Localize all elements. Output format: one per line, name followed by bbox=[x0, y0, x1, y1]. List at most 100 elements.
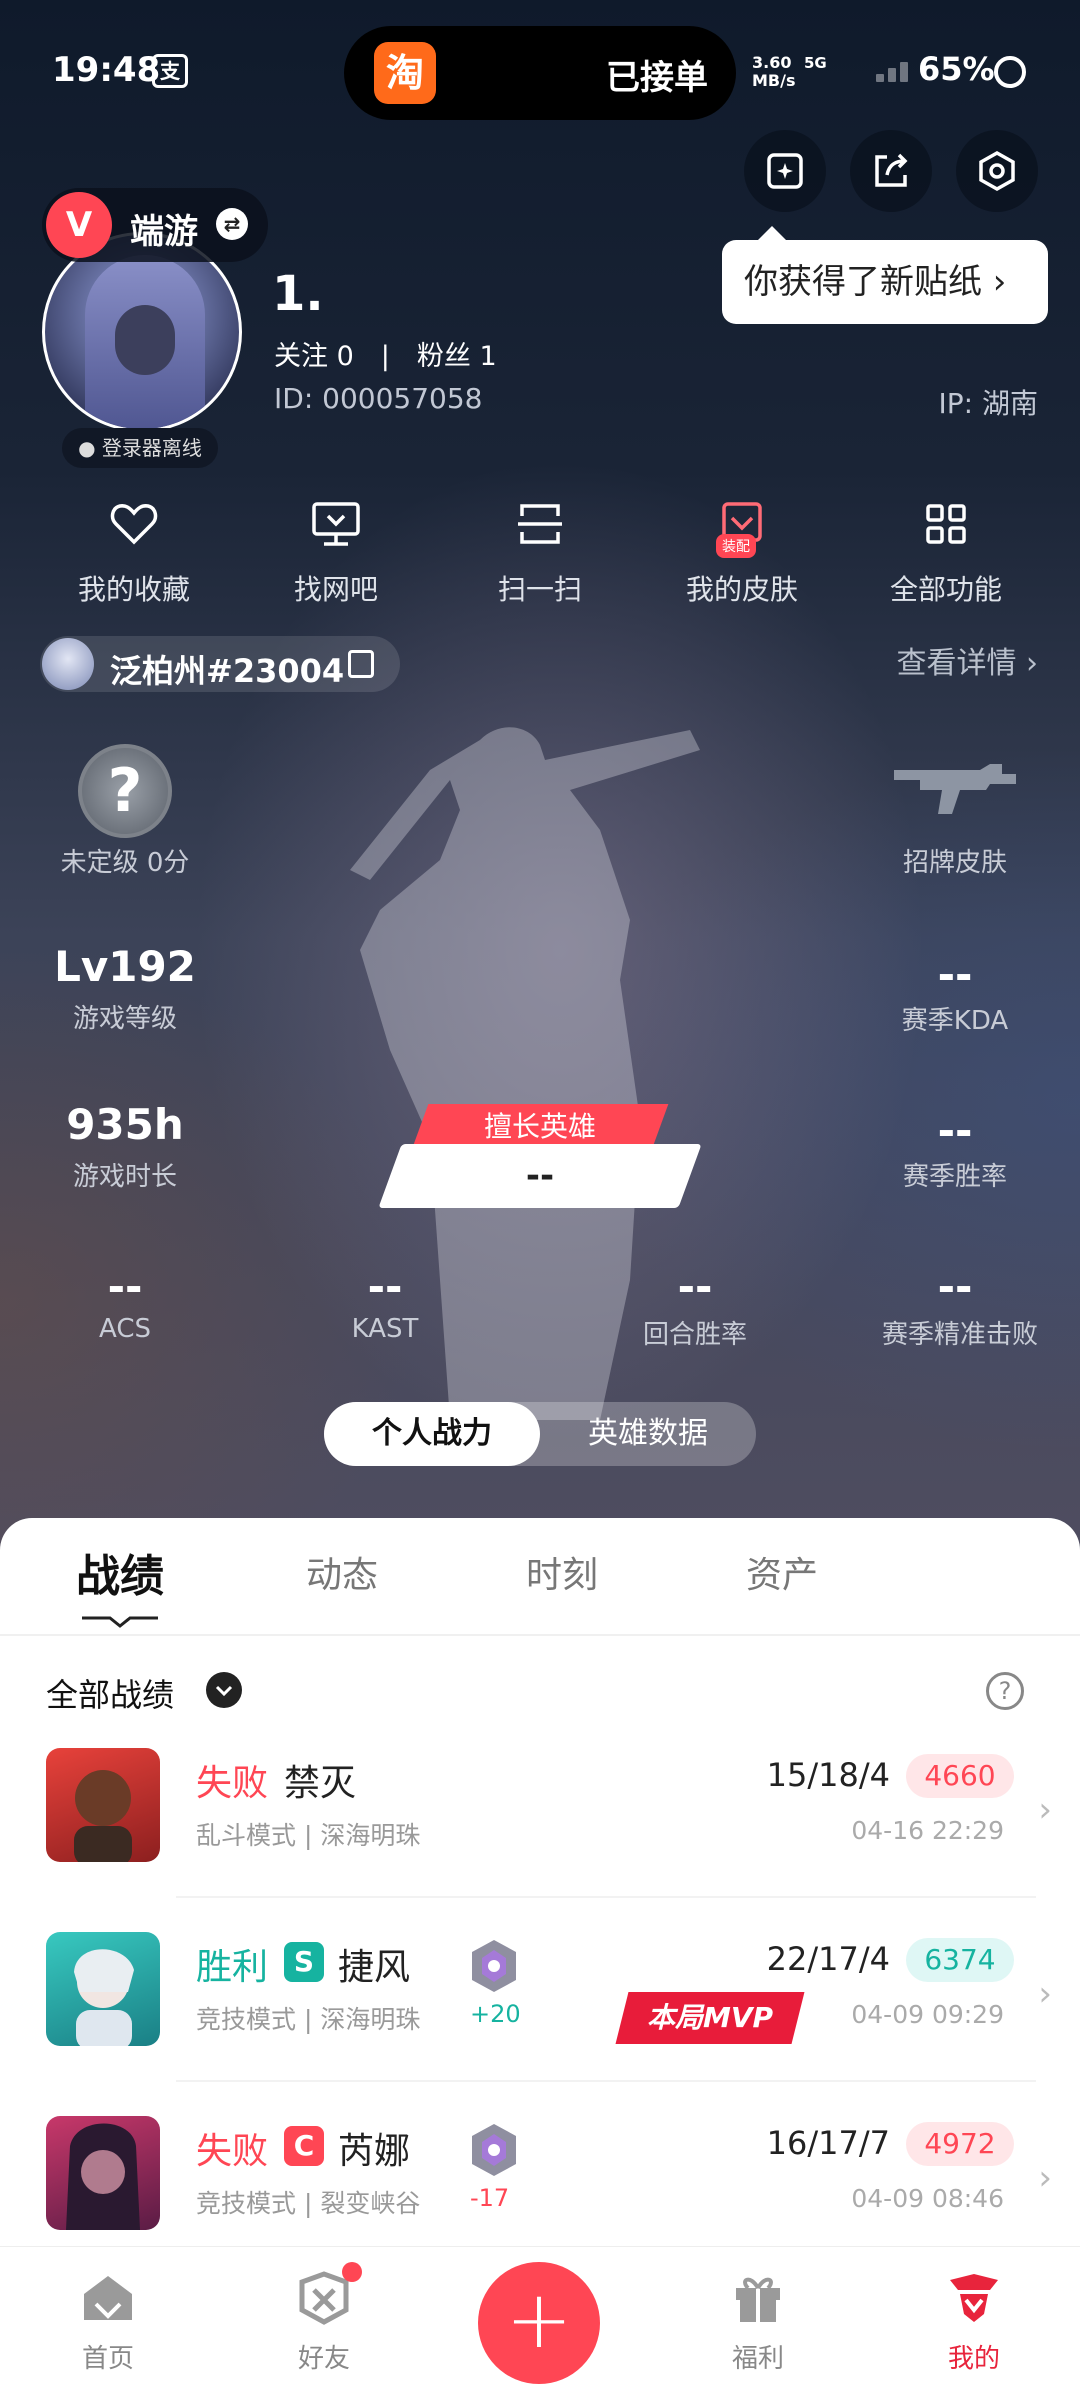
kda-label: 赛季KDA bbox=[901, 1006, 1009, 1036]
grid-icon bbox=[926, 504, 966, 544]
match-score: 6374 bbox=[906, 1938, 1014, 1982]
sticker-button[interactable] bbox=[744, 130, 826, 212]
rank-label: 未定级 0分 bbox=[60, 848, 190, 878]
match-time: 04-09 09:29 bbox=[851, 2000, 1004, 2029]
sticker-icon bbox=[767, 153, 803, 189]
agent-avatar bbox=[46, 1748, 160, 1862]
notification-dot bbox=[342, 2262, 362, 2282]
match-mode: 竞技模式 | 深海明珠 bbox=[196, 2005, 421, 2034]
tab-moments[interactable]: 时刻 bbox=[526, 1546, 598, 1598]
level-label: 游戏等级 bbox=[72, 1004, 177, 1034]
battery-level: 65% bbox=[918, 50, 995, 88]
tab-assets[interactable]: 资产 bbox=[746, 1546, 818, 1598]
grade-badge: C bbox=[284, 2126, 324, 2166]
precision-kill-value: -- bbox=[937, 1262, 973, 1311]
toggle-hero-data[interactable]: 英雄数据 bbox=[540, 1402, 756, 1466]
avatar[interactable] bbox=[42, 232, 242, 432]
round-winrate-value: -- bbox=[677, 1262, 713, 1311]
rank-delta: -17 bbox=[470, 2184, 510, 2212]
scan-icon bbox=[518, 504, 562, 544]
winrate-value: -- bbox=[937, 1106, 973, 1155]
hours-label: 游戏时长 bbox=[72, 1162, 177, 1192]
acs-value: -- bbox=[107, 1262, 143, 1311]
grade-badge: S bbox=[284, 1942, 324, 1982]
payment-icon: 支 bbox=[152, 54, 188, 88]
chevron-right-icon: › bbox=[1038, 1790, 1052, 1830]
menu-all-functions[interactable]: 全部功能 bbox=[846, 496, 1046, 608]
monitor-icon bbox=[312, 502, 360, 546]
stats-toggle[interactable]: 个人战力 英雄数据 bbox=[324, 1402, 756, 1466]
match-row[interactable]: 失败 禁灭 乱斗模式 | 深海明珠 15/18/4 4660 04-16 22:… bbox=[0, 1748, 1080, 1932]
follow-counts[interactable]: 关注 0 | 粉丝 1 bbox=[274, 334, 497, 373]
match-row[interactable]: 胜利 S 捷风 +20 竞技模式 | 深海明珠 本局MVP 22/17/4 63… bbox=[0, 1932, 1080, 2116]
match-score: 4660 bbox=[906, 1754, 1014, 1798]
status-time: 19:48 bbox=[52, 50, 161, 90]
gift-icon bbox=[736, 2277, 780, 2322]
match-result: 失败 bbox=[196, 1763, 269, 1804]
launcher-status: ● 登录器离线 bbox=[62, 428, 218, 468]
equip-badge: 装配 bbox=[716, 534, 756, 558]
match-time: 04-16 22:29 bbox=[851, 1816, 1004, 1845]
rank-badge-icon bbox=[472, 2124, 516, 2176]
menu-my-skins[interactable]: 装配 我的皮肤 bbox=[642, 496, 842, 608]
kda-value: -- bbox=[937, 950, 973, 999]
level-value: Lv192 bbox=[54, 942, 196, 991]
agent-name: 捷风 bbox=[338, 1947, 411, 1988]
match-score: 4972 bbox=[906, 2122, 1014, 2166]
menu-favorites[interactable]: 我的收藏 bbox=[34, 496, 234, 608]
menu-find-netcafe[interactable]: 找网吧 bbox=[236, 496, 436, 608]
agent-name: 禁灭 bbox=[284, 1763, 357, 1804]
nav-benefits[interactable]: 福利 bbox=[688, 2270, 828, 2375]
rank-delta: +20 bbox=[470, 2000, 521, 2028]
records-filter[interactable]: 全部战绩 bbox=[46, 1670, 174, 1716]
user-id: ID: 000057058 bbox=[274, 382, 483, 415]
network-type: 5G bbox=[804, 54, 827, 72]
dynamic-island[interactable]: 淘 已接单 bbox=[344, 26, 736, 120]
battery-icon bbox=[994, 56, 1026, 88]
create-button[interactable]: + bbox=[478, 2262, 600, 2384]
me-icon bbox=[950, 2274, 998, 2322]
valorant-logo-icon: V bbox=[46, 192, 112, 258]
chevron-right-icon: › bbox=[1038, 1974, 1052, 2014]
agent-name: 芮娜 bbox=[338, 2131, 411, 2172]
menu-scan[interactable]: 扫一扫 bbox=[440, 496, 640, 608]
toggle-personal-power[interactable]: 个人战力 bbox=[324, 1402, 540, 1466]
match-kda: 16/17/7 bbox=[766, 2124, 890, 2162]
account-name: 泛柏州#23004 bbox=[110, 652, 345, 690]
winrate-label: 赛季胜率 bbox=[902, 1162, 1007, 1192]
match-kda: 15/18/4 bbox=[766, 1756, 890, 1794]
match-time: 04-09 08:46 bbox=[851, 2184, 1004, 2213]
game-name: 端游 bbox=[130, 212, 198, 252]
tab-records[interactable]: 战绩 bbox=[76, 1540, 164, 1604]
match-mode: 乱斗模式 | 深海明珠 bbox=[196, 1821, 421, 1850]
share-button[interactable] bbox=[850, 130, 932, 212]
mvp-badge: 本局MVP bbox=[615, 1992, 805, 2044]
nav-home[interactable]: 首页 bbox=[38, 2270, 178, 2375]
heart-icon bbox=[110, 504, 158, 545]
tab-activity[interactable]: 动态 bbox=[306, 1546, 378, 1598]
game-switcher[interactable]: V 端游 ⇄ bbox=[42, 188, 268, 262]
kast-label: KAST bbox=[351, 1314, 419, 1344]
nav-friends[interactable]: 好友 bbox=[254, 2262, 394, 2375]
divider bbox=[176, 1896, 1036, 1898]
round-winrate-label: 回合胜率 bbox=[642, 1320, 747, 1350]
tab-indicator bbox=[82, 1616, 158, 1628]
help-icon[interactable]: ? bbox=[986, 1672, 1024, 1710]
game-account-tag[interactable]: 泛柏州#23004 bbox=[40, 636, 400, 692]
best-hero-value[interactable]: -- bbox=[378, 1144, 702, 1208]
rank-unranked-icon[interactable]: ? bbox=[78, 744, 172, 838]
settings-button[interactable] bbox=[956, 130, 1038, 212]
chevron-down-icon[interactable] bbox=[206, 1672, 242, 1708]
nav-me[interactable]: 我的 bbox=[904, 2270, 1044, 2375]
match-kda: 22/17/4 bbox=[766, 1940, 890, 1978]
rifle-icon[interactable] bbox=[890, 760, 1020, 820]
new-sticker-tooltip[interactable]: 你获得了新贴纸 › bbox=[722, 226, 1048, 324]
copy-icon[interactable] bbox=[348, 650, 374, 678]
home-icon bbox=[84, 2276, 132, 2320]
view-details-link[interactable]: 查看详情 › bbox=[896, 638, 1038, 682]
swap-icon: ⇄ bbox=[216, 208, 248, 240]
ip-location: IP: 湖南 bbox=[938, 387, 1038, 420]
match-result: 失败 bbox=[196, 2131, 269, 2172]
match-mode: 竞技模式 | 裂变峡谷 bbox=[196, 2189, 421, 2218]
tabs-divider bbox=[0, 1634, 1080, 1636]
